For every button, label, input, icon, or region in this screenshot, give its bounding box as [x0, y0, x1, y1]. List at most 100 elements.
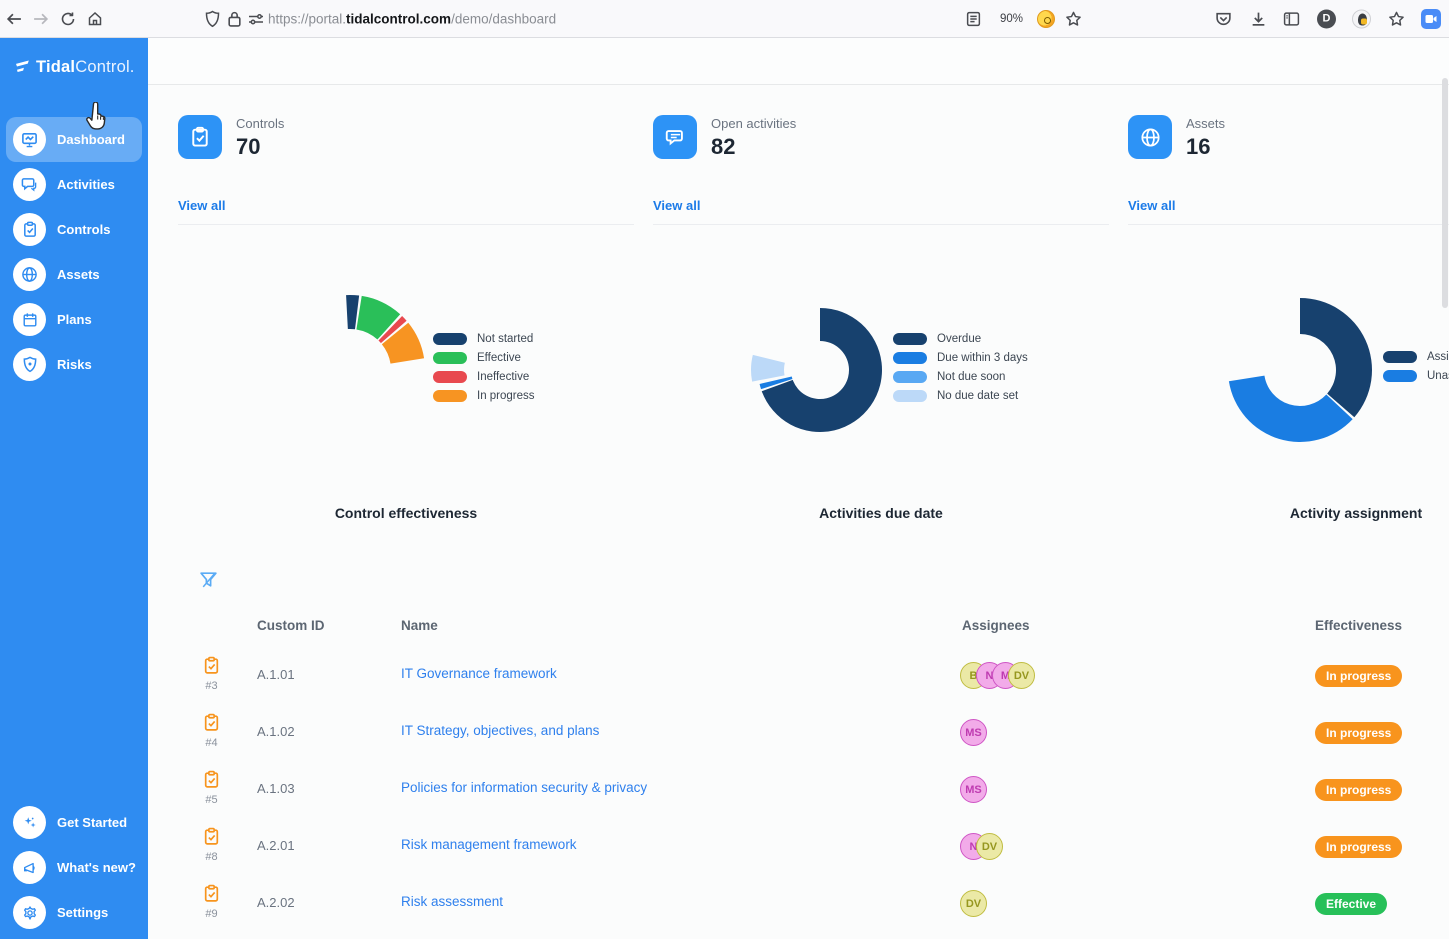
chart-activities-due-date: Overdue Due within 3 days Not due soon No d… [653, 277, 1109, 522]
bookmark-star-icon[interactable] [1065, 10, 1082, 27]
donut-segment[interactable] [1300, 298, 1372, 417]
donut-segment[interactable] [382, 323, 424, 364]
legend-swatch [433, 352, 467, 364]
zoom-level[interactable]: 90% [1000, 13, 1023, 25]
sidebar-item-settings[interactable]: Settings [0, 890, 148, 935]
divider [178, 224, 634, 225]
plans-icon [13, 303, 46, 336]
sidebar-toggle-icon[interactable] [1283, 11, 1300, 26]
row-name-link[interactable]: IT Governance framework [401, 666, 557, 681]
download-icon[interactable] [1250, 10, 1267, 27]
row-name-link[interactable]: IT Strategy, objectives, and plans [401, 723, 599, 738]
url-prefix: https://portal. [268, 11, 346, 26]
controls-table-section: Custom ID Name Assignees Effectiveness #… [178, 570, 1449, 933]
sidebar-item-whats-new[interactable]: What's new? [0, 845, 148, 890]
column-header-custom-id[interactable]: Custom ID [257, 618, 325, 633]
table-row[interactable]: #5A.1.03Policies for information securit… [178, 762, 1449, 819]
column-header-name[interactable]: Name [401, 618, 438, 633]
pocket-icon[interactable] [1215, 11, 1232, 27]
legend-item[interactable]: In progress [433, 390, 535, 402]
reload-icon[interactable] [60, 11, 76, 27]
legend-item[interactable]: Unassigned [1383, 370, 1449, 382]
donut-segment[interactable] [751, 355, 785, 382]
row-name-link[interactable]: Risk management framework [401, 837, 577, 852]
privacy-extension-icon[interactable] [1352, 9, 1371, 28]
stat-card-open-activities: Open activities 82 View all [653, 115, 1109, 225]
row-custom-id: A.2.01 [257, 838, 295, 853]
extension-icon[interactable] [1037, 10, 1055, 28]
row-ref: #9 [203, 908, 220, 920]
home-icon[interactable] [87, 11, 103, 27]
url-domain: tidalcontrol.com [346, 11, 451, 26]
view-all-link[interactable]: View all [653, 198, 700, 213]
stat-value: 70 [236, 134, 284, 160]
main-content: Controls 70 View all Open activities [148, 38, 1449, 939]
stat-label: Assets [1186, 115, 1225, 131]
shield-icon[interactable] [204, 10, 221, 28]
chart-legend: Assigned Unassigned [1383, 351, 1449, 389]
legend-item[interactable]: No due date set [893, 390, 1028, 402]
sidebar-item-label: Activities [57, 177, 115, 192]
filter-icon[interactable] [199, 570, 218, 594]
stat-card-assets: Assets 16 View all [1128, 115, 1449, 225]
table-row[interactable]: #3A.1.01IT Governance frameworkBNMDVIn p… [178, 648, 1449, 705]
scrollbar-thumb[interactable] [1442, 78, 1448, 308]
legend-item[interactable]: Not started [433, 333, 535, 345]
sidebar-item-controls[interactable]: Controls [0, 207, 148, 252]
sidebar-item-label: Dashboard [57, 132, 125, 147]
row-custom-id: A.1.02 [257, 724, 295, 739]
profile-avatar[interactable]: D [1317, 9, 1336, 28]
legend-item[interactable]: Overdue [893, 333, 1028, 345]
sidebar-item-label: What's new? [57, 860, 136, 875]
sidebar-item-plans[interactable]: Plans [0, 297, 148, 342]
back-icon[interactable] [6, 10, 23, 27]
view-all-link[interactable]: View all [1128, 198, 1175, 213]
sidebar-item-risks[interactable]: Risks [0, 342, 148, 387]
assignee-avatar[interactable]: DV [976, 833, 1003, 860]
sidebar-item-label: Get Started [57, 815, 127, 830]
legend-item[interactable]: Ineffective [433, 371, 535, 383]
legend-item[interactable]: Due within 3 days [893, 352, 1028, 364]
row-name-link[interactable]: Policies for information security & priv… [401, 780, 647, 795]
lock-icon[interactable] [227, 10, 242, 27]
logo-text-light: Control. [75, 58, 134, 76]
assignee-avatar[interactable]: MS [960, 719, 987, 746]
scrollbar[interactable] [1442, 78, 1448, 939]
row-name-link[interactable]: Risk assessment [401, 894, 503, 909]
chart-legend: Not started Effective Ineffective In progre… [433, 333, 535, 409]
assignee-avatar[interactable]: MS [960, 776, 987, 803]
logo-icon [14, 60, 31, 75]
column-header-effectiveness[interactable]: Effectiveness [1315, 618, 1402, 633]
table-body: #3A.1.01IT Governance frameworkBNMDVIn p… [178, 648, 1449, 933]
assignee-avatar[interactable]: DV [960, 890, 987, 917]
video-extension-icon[interactable] [1421, 9, 1441, 29]
table-row[interactable]: #8A.2.01Risk management frameworkNDVIn p… [178, 819, 1449, 876]
forward-icon[interactable] [32, 10, 49, 27]
sidebar-item-get-started[interactable]: Get Started [0, 800, 148, 845]
activity-assignment-donut[interactable] [1185, 255, 1415, 485]
legend-item[interactable]: Assigned [1383, 351, 1449, 363]
control-clipboard-icon: #4 [203, 713, 220, 749]
sidebar-item-assets[interactable]: Assets [0, 252, 148, 297]
column-header-assignees[interactable]: Assignees [962, 618, 1030, 633]
sidebar-item-activities[interactable]: Activities [0, 162, 148, 207]
address-bar[interactable]: https://portal.tidalcontrol.com/demo/das… [268, 11, 556, 26]
star-extension-icon[interactable] [1388, 10, 1405, 27]
donut-segment[interactable] [346, 295, 359, 329]
assignee-avatar[interactable]: DV [1008, 662, 1035, 689]
permissions-icon[interactable] [248, 12, 264, 26]
donut-segment[interactable] [356, 296, 400, 340]
view-all-link[interactable]: View all [178, 198, 225, 213]
stat-value: 16 [1186, 134, 1225, 160]
control-effectiveness-donut[interactable] [235, 255, 465, 485]
legend-item[interactable]: Effective [433, 352, 535, 364]
row-custom-id: A.1.01 [257, 667, 295, 682]
chart-title: Activity assignment [1128, 505, 1449, 521]
sidebar-item-dashboard[interactable]: Dashboard [6, 117, 142, 162]
row-custom-id: A.2.02 [257, 895, 295, 910]
legend-item[interactable]: Not due soon [893, 371, 1028, 383]
table-row[interactable]: #4 A.1.02 IT Strategy, objectives, and pla… [178, 705, 1449, 762]
reader-view-icon[interactable] [966, 11, 981, 27]
effectiveness-badge: In progress [1315, 779, 1402, 801]
table-row[interactable]: #9A.2.02Risk assessmentDVEffective [178, 876, 1449, 933]
